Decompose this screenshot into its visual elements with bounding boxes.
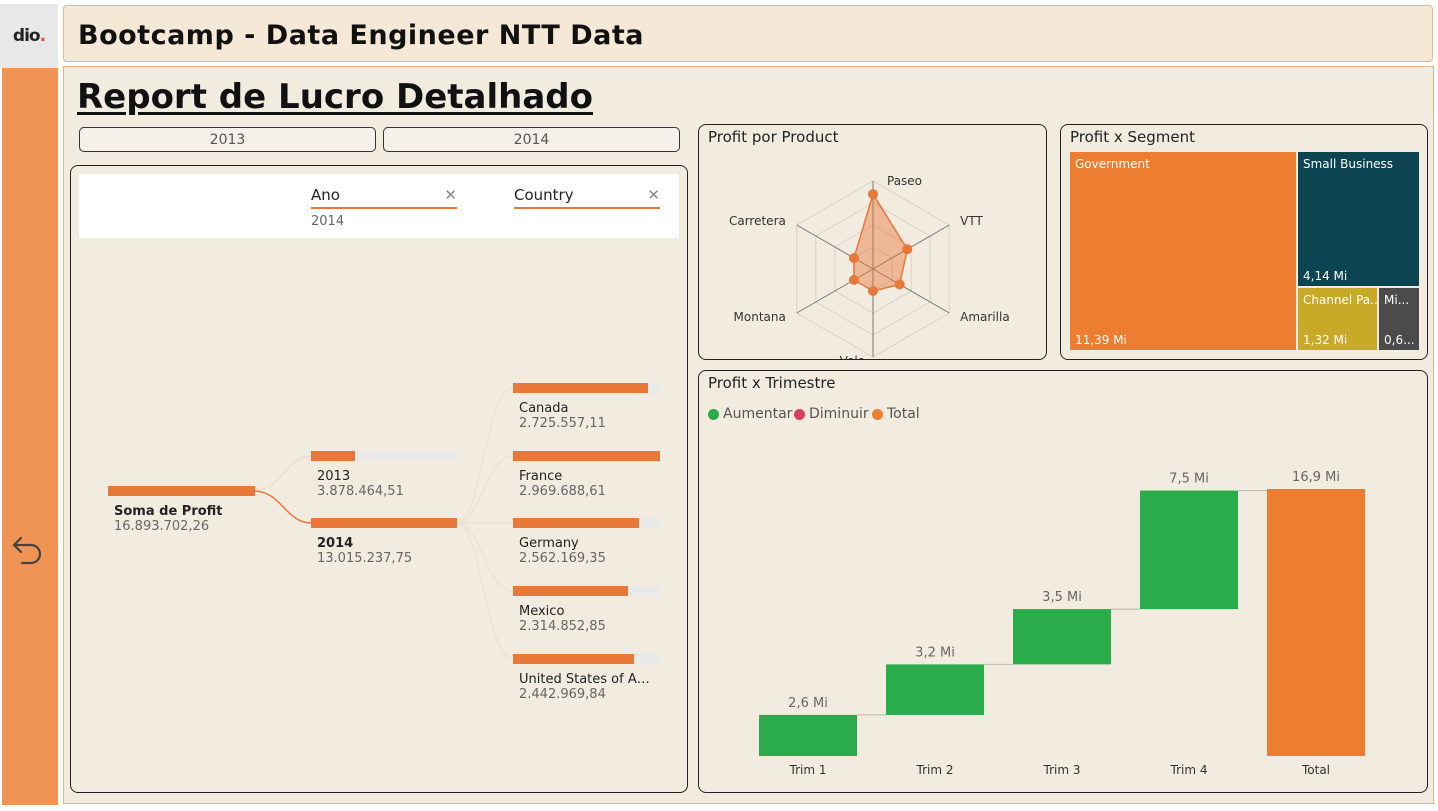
node-bar-track: [513, 518, 660, 528]
waterfall-bar[interactable]: [1013, 609, 1111, 665]
node-bar-track: [513, 654, 660, 664]
node-bar-track: [311, 518, 457, 528]
waterfall-category-label: Total: [1301, 763, 1330, 777]
node-bar-track: [513, 586, 660, 596]
report-page: dio. Bootcamp - Data Engineer NTT Data R…: [0, 0, 1438, 811]
decomposition-tree[interactable]: Ano ✕ 2014 Country ✕ Soma de Profit 16.8…: [70, 165, 688, 793]
waterfall-data-label: 7,5 Mi: [1169, 472, 1209, 487]
node-label: Soma de Profit: [114, 504, 223, 519]
node-bar: [513, 451, 660, 461]
node-value: 2.314.852,85: [519, 619, 606, 634]
report-canvas: Report de Lucro Detalhado 2013 2014 Ano …: [63, 66, 1434, 804]
treemap-cell-name: Government: [1075, 157, 1150, 171]
treemap-cell-value: 11,39 Mi: [1075, 333, 1127, 347]
dio-logo: dio.: [0, 4, 58, 68]
radar-point[interactable]: [868, 189, 878, 200]
node-label: Mexico: [519, 604, 565, 619]
tree-node-country[interactable]: Canada 2.725.557,11: [513, 383, 660, 431]
back-arrow-icon[interactable]: [11, 528, 45, 568]
radar-axis-label: Montana: [734, 310, 786, 324]
node-value: 2.562.169,35: [519, 551, 606, 566]
tree-node-country[interactable]: France 2.969.688,61: [513, 451, 660, 499]
radar-point[interactable]: [902, 244, 913, 255]
radar-plot: Paseo VTT Amarilla Velo Montana Carretera: [729, 174, 1010, 359]
node-value: 2.725.557,11: [519, 416, 606, 431]
node-label: France: [519, 469, 563, 484]
treemap-cell-small-business[interactable]: Small Business 4,14 Mi: [1298, 152, 1419, 286]
tree-node-country[interactable]: Mexico 2.314.852,85: [513, 586, 660, 634]
header-title: Bootcamp - Data Engineer NTT Data: [78, 20, 644, 51]
treemap-cell-value: 1,32 Mi: [1303, 333, 1348, 347]
node-label: United States of Ameri...: [519, 672, 660, 687]
radar-point[interactable]: [894, 279, 905, 290]
node-bar: [513, 383, 649, 393]
node-bar: [311, 451, 355, 461]
radar-axis-label: Velo: [840, 354, 865, 359]
nav-rail: [2, 68, 58, 805]
report-title: Report de Lucro Detalhado: [77, 77, 593, 117]
node-bar: [513, 518, 640, 528]
tree-node-year[interactable]: 2013 3.878.464,51: [311, 451, 457, 499]
node-label: Canada: [519, 401, 569, 416]
treemap-cell-name: Mi...: [1384, 293, 1410, 307]
node-bar-track: [108, 486, 255, 496]
node-bar: [513, 586, 628, 596]
waterfall-bar[interactable]: [886, 664, 984, 715]
tree-node-year[interactable]: 2014 13.015.237,75: [311, 518, 457, 566]
waterfall-bar[interactable]: [1140, 490, 1238, 610]
treemap-cell-name: Channel Pa...: [1303, 293, 1377, 307]
profit-by-segment-treemap[interactable]: Profit x Segment Government 11,39 Mi Sma…: [1060, 124, 1428, 360]
treemap-cell-value: 4,14 Mi: [1303, 269, 1348, 283]
treemap-cell-midmarket[interactable]: Mi... 0,6...: [1379, 288, 1419, 350]
node-bar: [108, 486, 255, 496]
left-rail: dio.: [0, 0, 60, 811]
radar-point[interactable]: [848, 253, 859, 263]
tree-node-country[interactable]: Germany 2.562.169,35: [513, 518, 660, 566]
profit-by-quarter-waterfall[interactable]: Profit x Trimestre Aumentar Diminuir Tot…: [698, 370, 1428, 793]
waterfall-category-label: Trim 2: [916, 763, 954, 777]
header-bar: Bootcamp - Data Engineer NTT Data: [63, 5, 1433, 62]
waterfall-category-label: Trim 1: [789, 763, 827, 777]
node-value: 16.893.702,26: [114, 519, 210, 534]
waterfall-category-label: Trim 3: [1043, 763, 1081, 777]
node-value: 2.969.688,61: [519, 484, 606, 499]
node-bar-track: [513, 451, 660, 461]
node-value: 3.878.464,51: [317, 484, 404, 499]
waterfall-category-label: Trim 4: [1170, 763, 1208, 777]
tree-node-country[interactable]: United States of Ameri... 2.442.969,84: [513, 654, 660, 702]
tree-node-root[interactable]: Soma de Profit 16.893.702,26: [108, 486, 255, 534]
node-label: 2014: [317, 536, 354, 551]
node-bar-track: [311, 451, 457, 461]
treemap-cell-government[interactable]: Government 11,39 Mi: [1070, 152, 1296, 350]
node-value: 2.442.969,84: [519, 687, 606, 702]
waterfall-data-label: 2,6 Mi: [788, 696, 828, 711]
radar-series-area: [853, 192, 909, 292]
node-value: 13.015.237,75: [317, 551, 413, 566]
profit-by-product-chart[interactable]: Profit por Product PaseoVTTAmarillaVeloM…: [698, 124, 1047, 360]
year-slicer-2013[interactable]: 2013: [79, 127, 376, 152]
radar-point[interactable]: [868, 286, 878, 296]
treemap-cell-value: 0,6...: [1384, 333, 1415, 347]
radar-point[interactable]: [848, 275, 859, 285]
radar-axis-label: Amarilla: [960, 310, 1010, 324]
radar-axis-label: VTT: [960, 214, 983, 228]
year-slicer-2014[interactable]: 2014: [383, 127, 680, 152]
node-label: Germany: [519, 536, 579, 551]
node-bar: [513, 654, 634, 664]
waterfall-data-label: 16,9 Mi: [1292, 470, 1340, 485]
waterfall-data-label: 3,5 Mi: [1042, 590, 1082, 605]
treemap-cell-name: Small Business: [1303, 157, 1394, 171]
node-bar-track: [513, 383, 660, 393]
logo-text: dio.: [12, 26, 46, 46]
waterfall-bar[interactable]: [1267, 489, 1365, 756]
node-bar: [311, 518, 457, 528]
radar-axis-label: Paseo: [887, 174, 922, 188]
treemap-cell-channel-partners[interactable]: Channel Pa... 1,32 Mi: [1298, 288, 1377, 350]
waterfall-data-label: 3,2 Mi: [915, 645, 955, 660]
node-label: 2013: [317, 469, 351, 484]
radar-axis-label: Carretera: [729, 214, 786, 228]
waterfall-plot: 2,6 Mi Trim 1 3,2 Mi Trim 2 3,5 Mi Trim 3 7,5 …: [759, 470, 1365, 777]
chart-title: Profit x Segment: [1070, 128, 1196, 146]
waterfall-bar[interactable]: [759, 714, 857, 756]
